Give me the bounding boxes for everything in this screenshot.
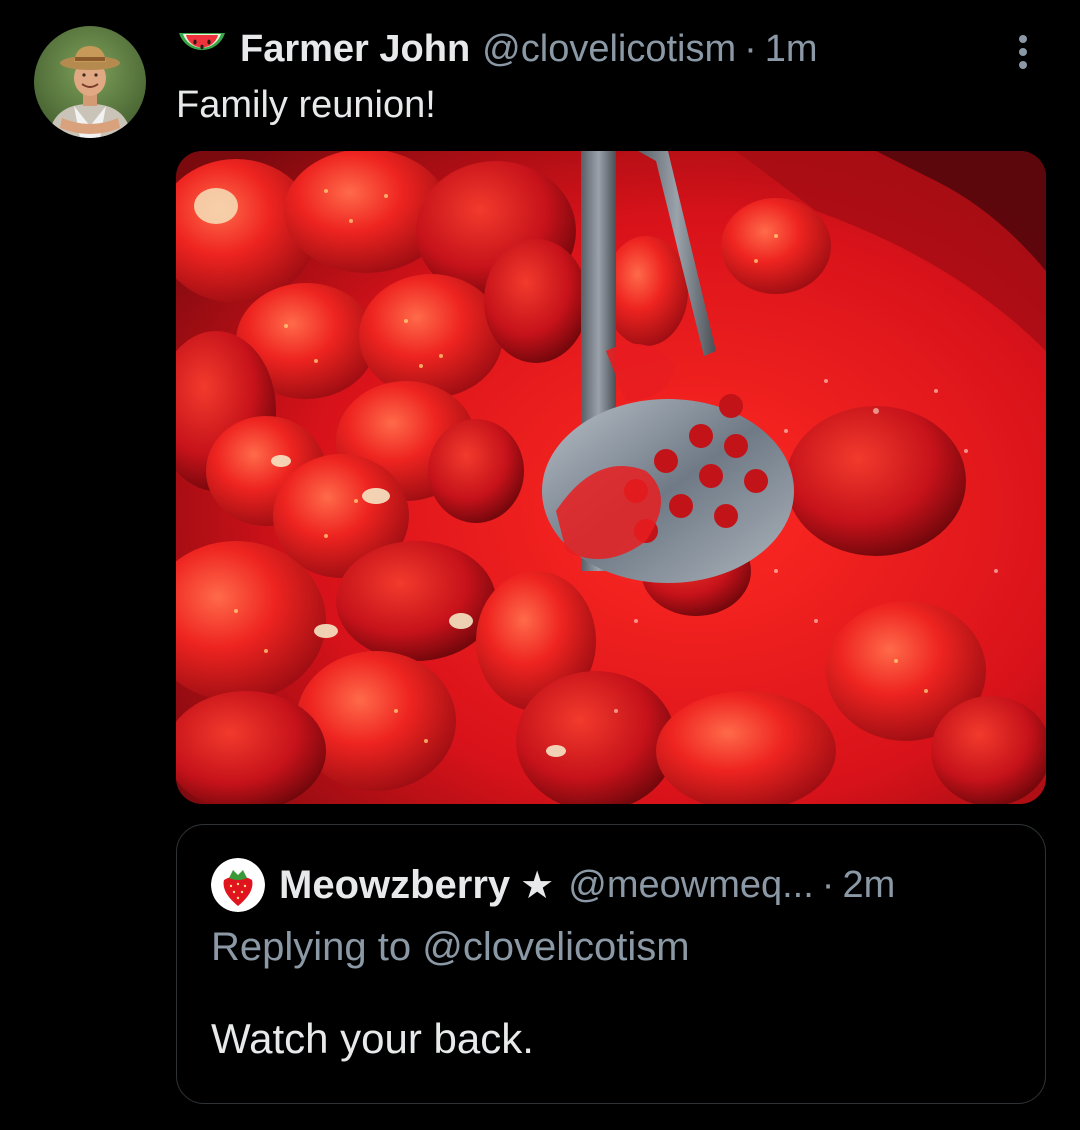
- watermelon-icon: [176, 27, 228, 71]
- quoted-author-display-name: Meowzberry: [279, 862, 511, 907]
- author-handle[interactable]: @clovelicotism: [482, 28, 736, 71]
- post-text: Family reunion!: [176, 84, 436, 126]
- strawberry-avatar-icon: [211, 858, 265, 912]
- replying-to-text: Replying to @clovelicotism: [211, 925, 690, 969]
- separator-dot: ·: [744, 27, 757, 70]
- quoted-post[interactable]: Meowzberry ★ @meowmeq... · 2m Replying t…: [176, 824, 1046, 1104]
- quoted-post-text: Watch your back.: [211, 1015, 534, 1062]
- quoted-post-header: Meowzberry ★ @meowmeq... · 2m: [211, 858, 896, 912]
- post-media[interactable]: [176, 151, 1046, 804]
- strawberries-being-mashed-image: [176, 151, 1046, 804]
- author-display-name[interactable]: Farmer John: [240, 28, 470, 71]
- post[interactable]: Farmer John @clovelicotism · 1m Family r…: [0, 0, 1080, 1130]
- post-header: Farmer John @clovelicotism · 1m: [176, 24, 818, 74]
- quoted-post-timestamp: 2m: [842, 863, 896, 906]
- quoted-author-handle: @meowmeq...: [568, 863, 814, 906]
- more-options-button[interactable]: [1006, 32, 1040, 72]
- farmer-avatar-image: [34, 26, 146, 138]
- post-timestamp[interactable]: 1m: [765, 28, 818, 71]
- author-avatar[interactable]: [34, 26, 146, 138]
- separator-dot: ·: [821, 863, 835, 906]
- quoted-author-avatar: [211, 858, 265, 912]
- star-icon: ★: [520, 864, 555, 907]
- more-vertical-icon: [1019, 35, 1027, 69]
